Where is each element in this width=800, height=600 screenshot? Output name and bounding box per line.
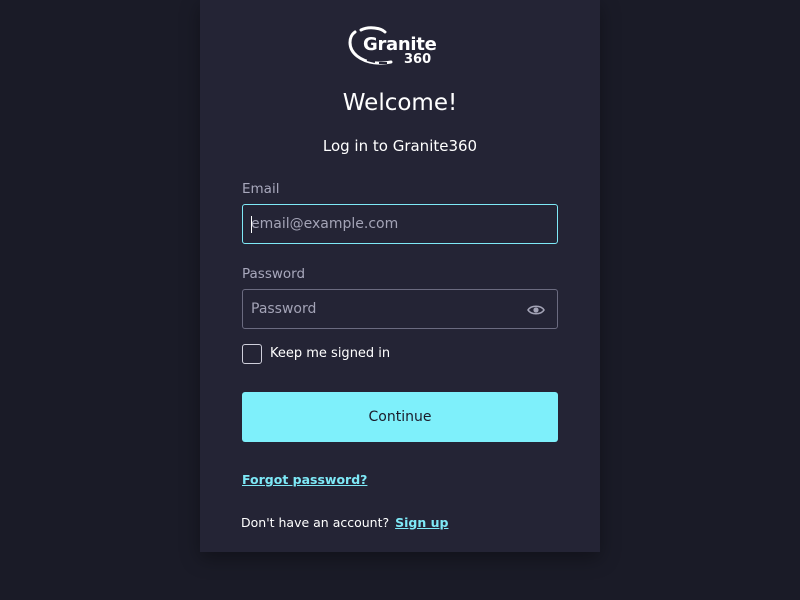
forgot-password-link[interactable]: Forgot password?	[242, 472, 367, 487]
page-subtitle: Log in to Granite360	[322, 137, 478, 155]
login-card: Granite 360 Welcome! Log in to Granite36…	[200, 0, 600, 552]
keep-signed-in-checkbox[interactable]	[242, 344, 262, 364]
signup-row: Don't have an account? Sign up	[241, 515, 448, 530]
signup-prompt: Don't have an account?	[241, 515, 390, 530]
password-field[interactable]	[243, 290, 557, 328]
granite360-logo: Granite 360	[347, 26, 439, 70]
keep-signed-in-label: Keep me signed in	[270, 346, 391, 361]
email-label: Email	[242, 181, 280, 197]
text-caret	[251, 216, 252, 233]
password-field-wrapper	[242, 289, 558, 329]
email-field-wrapper	[242, 204, 558, 244]
logo-number: 360	[404, 52, 432, 67]
signup-link[interactable]: Sign up	[395, 515, 448, 530]
continue-button[interactable]: Continue	[242, 392, 558, 442]
password-label: Password	[242, 266, 306, 282]
email-field[interactable]	[243, 205, 557, 243]
page-title: Welcome!	[342, 90, 458, 116]
eye-icon[interactable]	[527, 302, 545, 316]
